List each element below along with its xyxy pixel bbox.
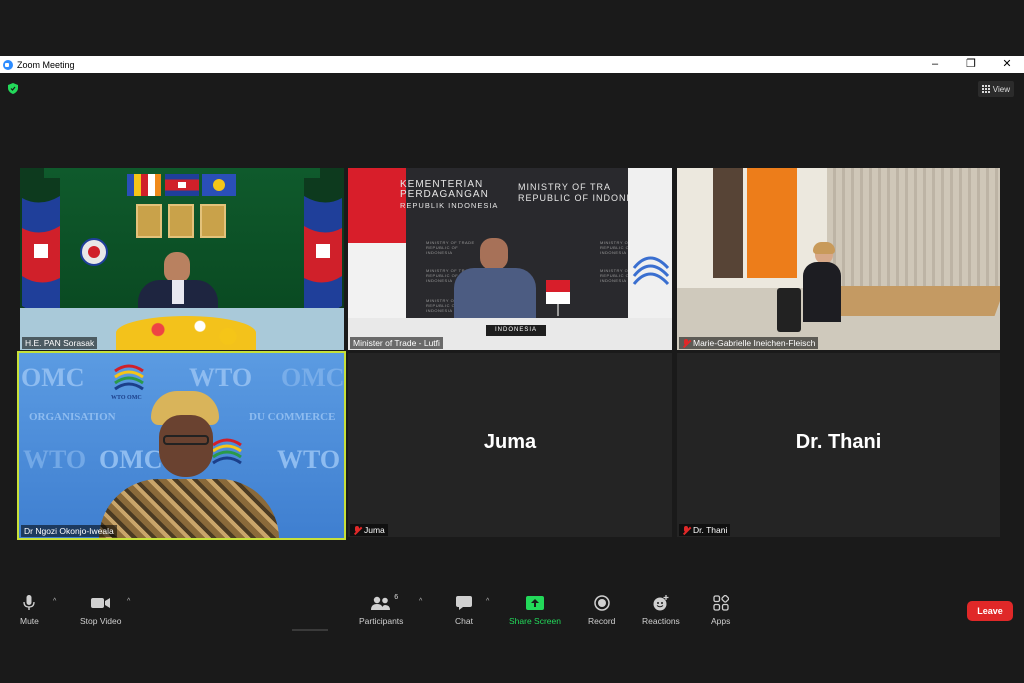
chat-options-caret-icon[interactable]: ^ (486, 598, 489, 605)
shield-icon[interactable] (8, 83, 18, 94)
leave-button[interactable]: Leave (967, 601, 1013, 621)
name-tag: Marie-Gabrielle Ineichen-Fleisch (679, 337, 819, 349)
indonesia-flag-red (348, 168, 406, 243)
conference-table (821, 286, 1000, 316)
reactions-button[interactable]: Reactions (642, 594, 680, 626)
apps-button[interactable]: Apps (711, 594, 730, 626)
window-controls: – ❐ ✕ (928, 56, 1014, 73)
meeting-toolbar: Mute ^ Stop Video ^ 6 Participants ^ Cha… (0, 586, 1024, 640)
video-tile-juma[interactable]: Juma Juma (348, 353, 672, 537)
participant-figure (450, 238, 540, 318)
cambodia-flag-right (304, 178, 344, 328)
view-button[interactable]: View (977, 81, 1014, 97)
name-placard: INDONESIA (486, 325, 546, 336)
video-tile-ineichen-fleisch[interactable]: Marie-Gabrielle Ineichen-Fleisch (677, 168, 1000, 350)
record-button[interactable]: Record (588, 594, 615, 626)
restore-button[interactable]: ❐ (964, 56, 978, 73)
royal-flag (202, 174, 236, 196)
window-titlebar: Zoom Meeting – ❐ ✕ (0, 56, 1024, 73)
record-icon (593, 594, 610, 612)
backdrop-text: WTO (23, 445, 87, 474)
zoom-app-icon (3, 59, 13, 70)
cambodia-flag-left (20, 178, 60, 328)
outer-letterbox-top (0, 0, 1024, 56)
window-curtains (827, 168, 1000, 288)
wto-flag (628, 168, 672, 318)
video-tile-dr-thani[interactable]: Dr. Thani Dr. Thani (677, 353, 1000, 537)
meeting-area: View H.E. PAN Sorasak KEMENTERIAN PERDAG… (0, 73, 1024, 640)
name-tag: H.E. PAN Sorasak (22, 337, 98, 349)
name-tag: Dr Ngozi Okonjo-Iweala (21, 525, 117, 537)
emblem-logo (80, 238, 108, 266)
grid-view-icon (981, 85, 990, 93)
video-camera-icon (90, 594, 111, 612)
participants-icon: 6 (370, 594, 398, 612)
cambodia-flag-small (165, 174, 199, 196)
chat-button[interactable]: Chat (455, 594, 473, 626)
participants-options-caret-icon[interactable]: ^ (419, 598, 422, 605)
wall-panel (713, 168, 743, 278)
name-tag: Minister of Trade - Lutfi (350, 337, 443, 349)
buddhist-flag (127, 174, 161, 196)
apps-grid-icon (713, 594, 729, 612)
name-tag: Dr. Thani (679, 524, 731, 536)
video-tile-pan-sorasak[interactable]: H.E. PAN Sorasak (20, 168, 344, 350)
stop-video-button[interactable]: Stop Video (80, 594, 121, 626)
video-tile-minister-lutfi[interactable]: KEMENTERIAN PERDAGANGAN REPUBLIK INDONES… (348, 168, 672, 350)
backdrop-text: MINISTRY OF TRA (518, 182, 612, 192)
mic-muted-icon (682, 338, 690, 348)
participant-display-name: Dr. Thani (795, 431, 882, 453)
flower-arrangement (116, 316, 256, 350)
indonesia-flag-white (348, 243, 406, 318)
name-tag: Juma (350, 524, 388, 536)
view-label: View (992, 84, 1010, 94)
toolbar-divider (292, 629, 328, 631)
mute-button[interactable]: Mute (20, 594, 39, 626)
backdrop-text: OMC (281, 363, 345, 392)
wto-logo (632, 256, 670, 286)
mute-options-caret-icon[interactable]: ^ (53, 598, 56, 605)
participants-button[interactable]: 6 Participants (359, 594, 403, 626)
chat-bubble-icon (455, 594, 473, 612)
portrait-frame-2 (168, 204, 194, 238)
mic-muted-icon (682, 525, 690, 535)
video-tile-okonjo-iweala[interactable]: OMC WTO OMC OMC WTO WTO ORGANISATION DU … (17, 351, 346, 540)
backdrop-text: PERDAGANGAN (400, 189, 489, 200)
minimize-button[interactable]: – (928, 56, 942, 73)
close-button[interactable]: ✕ (1000, 56, 1014, 73)
microphone-icon (23, 594, 36, 612)
smiley-icon (652, 594, 670, 612)
outer-letterbox-bottom (0, 640, 1024, 683)
wall-panel-orange (747, 168, 797, 278)
backdrop-text: REPUBLIK INDONESIA (400, 201, 499, 210)
participant-figure (89, 383, 289, 538)
backdrop-text: OMC (21, 363, 85, 392)
desk-flag (546, 280, 570, 316)
portrait-frame-1 (136, 204, 162, 238)
mic-muted-icon (353, 525, 361, 535)
share-screen-button[interactable]: Share Screen (509, 594, 561, 626)
window-title: Zoom Meeting (17, 59, 75, 70)
video-options-caret-icon[interactable]: ^ (127, 598, 130, 605)
participant-figure (797, 242, 847, 324)
participant-display-name: Juma (483, 431, 537, 453)
share-screen-icon (525, 594, 544, 612)
participants-count-badge: 6 (394, 594, 399, 601)
backdrop-text: REPUBLIC OF INDONE (518, 193, 634, 203)
portrait-frame-3 (200, 204, 226, 238)
